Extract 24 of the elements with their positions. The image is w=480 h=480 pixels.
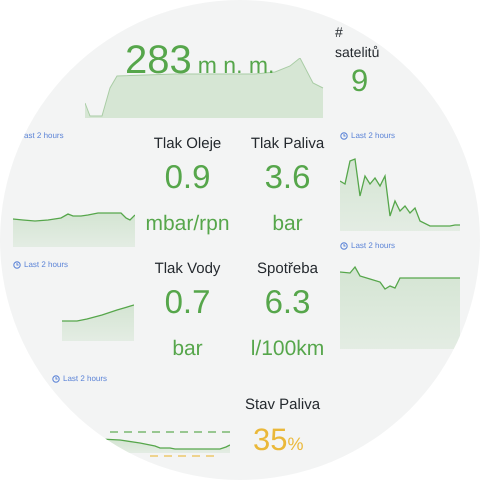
stat-title: Spotřeba bbox=[257, 260, 318, 279]
time-range-label: Last 2 hours bbox=[24, 261, 68, 269]
time-range-label: ast 2 hours bbox=[24, 132, 64, 140]
stat-value: 35 bbox=[253, 420, 288, 458]
altitude-unit: m n. m. bbox=[198, 54, 274, 77]
stat-value: 9 bbox=[350, 62, 370, 100]
stat-title: Tlak Oleje bbox=[154, 135, 222, 154]
stat-title: Tlak Vody bbox=[154, 260, 220, 279]
stat-value: 3.6 bbox=[264, 156, 310, 197]
stat-unit: bar bbox=[272, 211, 303, 237]
stat-title: Stav Paliva bbox=[245, 395, 320, 415]
time-range-label: Last 2 hours bbox=[351, 132, 396, 140]
stat-unit: bar bbox=[172, 336, 203, 362]
stat-value: 0.7 bbox=[164, 282, 210, 322]
stat-title: Tlak Paliva bbox=[250, 135, 324, 154]
stat-value: 0.9 bbox=[164, 156, 210, 197]
time-range-label: Last 2 hours bbox=[351, 242, 396, 250]
stat-unit: l/100km bbox=[250, 336, 324, 362]
stat-title: # satelitů bbox=[335, 23, 380, 62]
stat-value: 6.3 bbox=[264, 282, 310, 322]
altitude-value: 283 bbox=[125, 40, 192, 80]
time-range-label: Last 2 hours bbox=[63, 375, 108, 383]
stat-unit: mbar/rpn bbox=[145, 211, 230, 237]
stat-unit: % bbox=[287, 432, 304, 455]
